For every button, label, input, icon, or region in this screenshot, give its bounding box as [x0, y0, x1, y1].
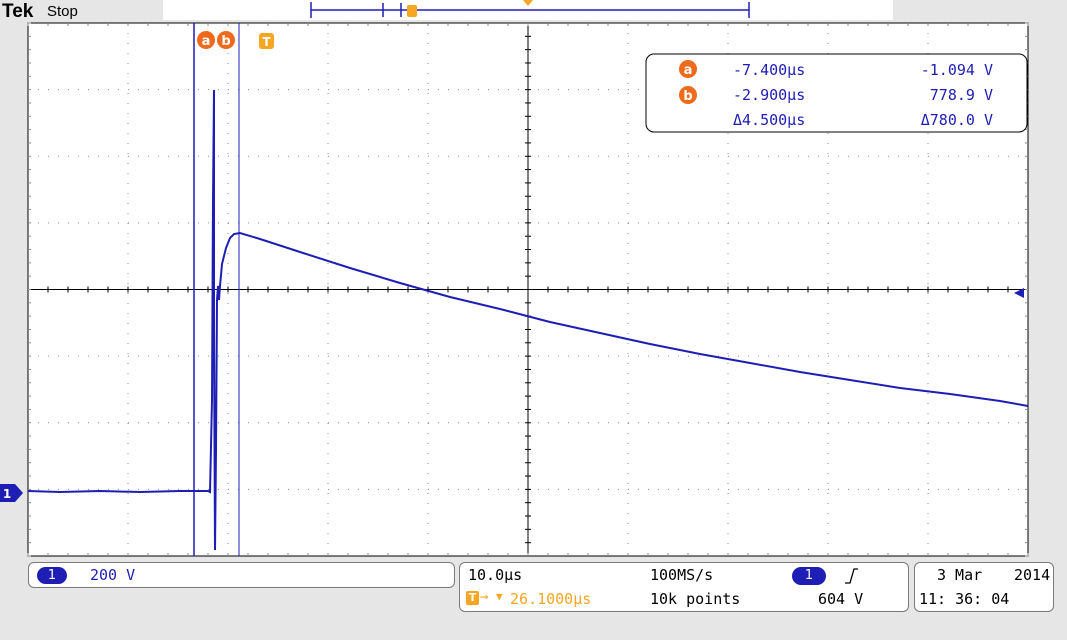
trigger-level: 604 V	[818, 590, 864, 608]
cursor-b-value: 778.9 V	[930, 86, 993, 104]
brand-logo: Tek	[2, 1, 34, 22]
delta-time: Δ4.500µs	[733, 111, 805, 129]
overview-trigger-marker	[407, 5, 417, 17]
trigger-position-icon: T	[466, 591, 479, 605]
channel1-status-box[interactable]: 1 200 V	[28, 562, 455, 588]
readout-cursor-a-badge: a	[679, 60, 697, 78]
cursor-b-time: -2.900µs	[733, 86, 805, 104]
svg-text:a: a	[202, 34, 211, 49]
date-year: 2014	[1014, 566, 1051, 584]
svg-text:1: 1	[3, 487, 11, 501]
record-length: 10k points	[650, 590, 741, 608]
date-day: 3 Mar	[937, 566, 983, 584]
run-state-label: Stop	[47, 3, 78, 20]
rising-edge-icon	[845, 568, 858, 584]
svg-text:b: b	[221, 34, 230, 49]
svg-text:T: T	[262, 35, 271, 49]
trigger-source-badge: 1	[792, 567, 826, 585]
time-of-day: 11: 36: 04	[919, 590, 1010, 608]
oscilloscope-display: Tek Stop a b T 1 a b -7.400µs -1.094 V -…	[0, 0, 1067, 640]
timebase-status-box[interactable]: 10.0µs 100MS/s 10k points T → ▼ 26.1000µ…	[459, 562, 909, 612]
cursor-a-value: -1.094 V	[921, 61, 993, 79]
trigger-position-marker[interactable]: T	[259, 33, 274, 49]
svg-text:b: b	[683, 89, 692, 104]
sample-rate: 100MS/s	[650, 566, 714, 584]
datetime-status-box: 3 Mar 2014 11: 36: 04	[914, 562, 1054, 612]
delta-value: Δ780.0 V	[921, 111, 993, 129]
trigger-position-value: 26.1000µs	[510, 590, 592, 608]
readout-cursor-b-badge: b	[679, 86, 697, 104]
cursor-a-time: -7.400µs	[733, 61, 805, 79]
expansion-point-icon: ▼	[496, 590, 503, 603]
cursor-b-marker[interactable]: b	[217, 31, 235, 49]
channel1-scale: 200 V	[90, 566, 136, 584]
cursor-a-marker[interactable]: a	[197, 31, 215, 49]
svg-text:a: a	[684, 63, 693, 78]
channel1-badge: 1	[37, 567, 67, 584]
horizontal-scale: 10.0µs	[468, 566, 523, 584]
arrow-right-icon: →	[480, 589, 489, 605]
